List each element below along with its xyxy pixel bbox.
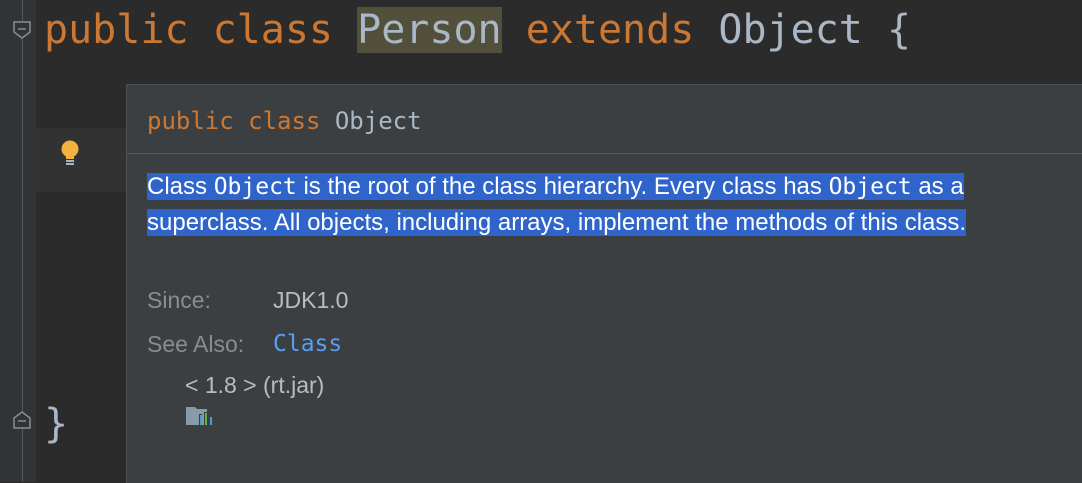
sig-class-name: Object <box>334 107 422 135</box>
see-also-class-link[interactable]: Class <box>273 331 342 357</box>
doc-description[interactable]: Class Object is the root of the class hi… <box>147 169 1027 240</box>
doc-see-also-row: See Also: Class <box>147 331 342 358</box>
documentation-popup: public class Object Class Object is the … <box>126 84 1082 483</box>
sig-keyword-class: class <box>248 107 321 135</box>
library-text: < 1.8 > (rt.jar) <box>185 372 325 398</box>
sig-keyword-public: public <box>147 107 234 135</box>
code-line-close-brace[interactable]: } <box>44 394 68 454</box>
code-line-class-declaration[interactable]: public class Person extends Object { <box>44 0 911 60</box>
since-value: JDK1.0 <box>273 287 349 313</box>
since-label: Since: <box>147 287 211 313</box>
fold-end-marker-icon[interactable] <box>12 410 32 430</box>
keyword-extends: extends <box>525 7 695 53</box>
fold-marker-icon[interactable] <box>12 20 32 40</box>
close-brace: } <box>44 401 69 447</box>
see-also-label: See Also: <box>147 331 245 357</box>
desc-code-object-2: Object <box>828 174 912 200</box>
class-name-person[interactable]: Person <box>357 7 502 53</box>
lightbulb-icon[interactable] <box>58 138 82 170</box>
open-brace: { <box>886 7 912 53</box>
doc-library-row: < 1.8 > (rt.jar) <box>147 372 324 480</box>
desc-text-1: Class <box>147 173 214 200</box>
superclass-object[interactable]: Object <box>718 7 863 53</box>
doc-since-row: Since: JDK1.0 <box>147 287 348 314</box>
desc-code-object-1: Object <box>213 174 297 200</box>
desc-text-2: is the root of the class hierarchy. Ever… <box>296 173 829 200</box>
keyword-public: public <box>44 7 189 53</box>
keyword-class: class <box>212 7 334 53</box>
doc-signature: public class Object <box>147 107 422 135</box>
library-icon <box>147 376 213 425</box>
doc-divider <box>127 153 1082 154</box>
